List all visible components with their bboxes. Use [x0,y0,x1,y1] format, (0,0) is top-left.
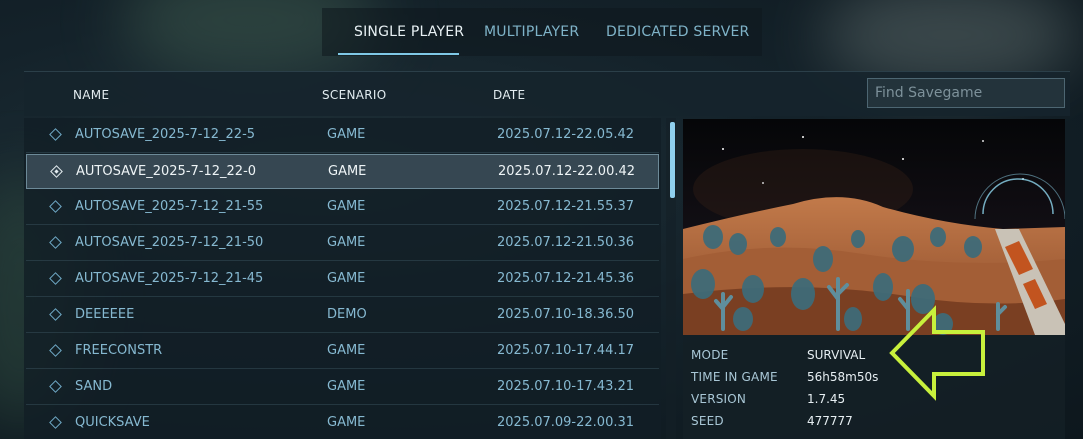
diamond-icon [49,236,62,249]
savegame-name: QUICKSAVE [75,415,150,430]
savegame-scenario: GAME [327,343,366,358]
savegame-scenario: GAME [327,127,366,142]
diamond-icon [49,344,62,357]
savegame-row-selected[interactable]: AUTOSAVE_2025-7-12_22-0 GAME 2025.07.12-… [26,154,659,189]
savegame-row[interactable]: AUTOSAVE_2025-7-12_21-50 GAME 2025.07.12… [26,226,659,261]
savegame-name: AUTOSAVE_2025-7-12_21-55 [75,199,264,214]
savegame-name: AUTOSAVE_2025-7-12_22-5 [75,127,256,142]
tab-single-player[interactable]: SINGLE PLAYER [354,24,464,40]
tab-multiplayer[interactable]: MULTIPLAYER [484,24,579,40]
column-header-name[interactable]: NAME [73,88,109,102]
savegame-date: 2025.07.12-21.45.36 [497,271,635,286]
savegame-name: AUTOSAVE_2025-7-12_22-0 [76,164,257,179]
scrollbar-thumb[interactable] [670,122,675,198]
diamond-icon [49,200,62,213]
savegame-name: AUTOSAVE_2025-7-12_21-50 [75,235,264,250]
savegame-row[interactable]: AUTOSAVE_2025-7-12_21-45 GAME 2025.07.12… [26,262,659,297]
savegame-date: 2025.07.12-22.05.42 [497,127,635,142]
savegame-name: AUTOSAVE_2025-7-12_21-45 [75,271,264,286]
arrow-left-icon [889,305,985,401]
mode-tabs: SINGLE PLAYER MULTIPLAYER DEDICATED SERV… [322,8,762,56]
detail-value-mode: SURVIVAL [807,348,866,362]
active-tab-indicator [338,53,459,55]
savegame-name: FREECONSTR [75,343,163,358]
savegame-scenario: GAME [328,164,367,179]
column-header-scenario[interactable]: SCENARIO [322,88,387,102]
detail-value-seed: 477777 [807,414,853,428]
tab-dedicated-server[interactable]: DEDICATED SERVER [606,24,749,40]
savegame-row[interactable]: QUICKSAVE GAME 2025.07.09-22.00.31 [26,406,659,439]
savegame-date: 2025.07.12-21.50.36 [497,235,635,250]
savegame-row[interactable]: DEEEEEE DEMO 2025.07.10-18.36.50 [26,298,659,333]
detail-value-time: 56h58m50s [807,370,879,384]
diamond-icon [49,128,62,141]
savegame-date: 2025.07.09-22.00.31 [497,415,635,430]
savegame-scenario: GAME [327,199,366,214]
diamond-icon [49,308,62,321]
diamond-icon [50,165,63,178]
detail-label-time: TIME IN GAME [691,370,778,384]
savegame-row[interactable]: AUTOSAVE_2025-7-12_21-55 GAME 2025.07.12… [26,190,659,225]
savegame-scenario: DEMO [327,307,367,322]
detail-label-seed: SEED [691,414,724,428]
list-scrollbar[interactable] [666,118,676,439]
savegame-date: 2025.07.10-18.36.50 [497,307,635,322]
search-input[interactable] [867,78,1065,108]
savegame-row[interactable]: FREECONSTR GAME 2025.07.10-17.44.17 [26,334,659,369]
savegame-name: SAND [75,379,113,394]
savegame-row[interactable]: SAND GAME 2025.07.10-17.43.21 [26,370,659,405]
detail-label-version: VERSION [691,392,747,406]
savegame-name: DEEEEEE [75,307,135,322]
savegame-list-header: NAME SCENARIO DATE [24,71,1070,116]
savegame-details: MODE SURVIVAL TIME IN GAME 56h58m50s VER… [683,335,1065,439]
savegame-row[interactable]: AUTOSAVE_2025-7-12_22-5 GAME 2025.07.12-… [26,118,659,153]
savegame-date: 2025.07.10-17.44.17 [497,343,635,358]
column-header-date[interactable]: DATE [493,88,525,102]
savegame-date: 2025.07.12-21.55.37 [497,199,635,214]
savegame-date: 2025.07.12-22.00.42 [498,164,636,179]
savegame-scenario: GAME [327,415,366,430]
diamond-icon [49,416,62,429]
diamond-icon [49,272,62,285]
savegame-scenario: GAME [327,379,366,394]
savegame-scenario: GAME [327,271,366,286]
savegame-scenario: GAME [327,235,366,250]
desert-landscape-image [683,119,1065,335]
savegame-date: 2025.07.10-17.43.21 [497,379,635,394]
detail-value-version: 1.7.45 [807,392,846,406]
savegame-list: AUTOSAVE_2025-7-12_22-5 GAME 2025.07.12-… [24,118,661,439]
diamond-icon [49,380,62,393]
savegame-preview-image [683,119,1065,335]
detail-label-mode: MODE [691,348,729,362]
